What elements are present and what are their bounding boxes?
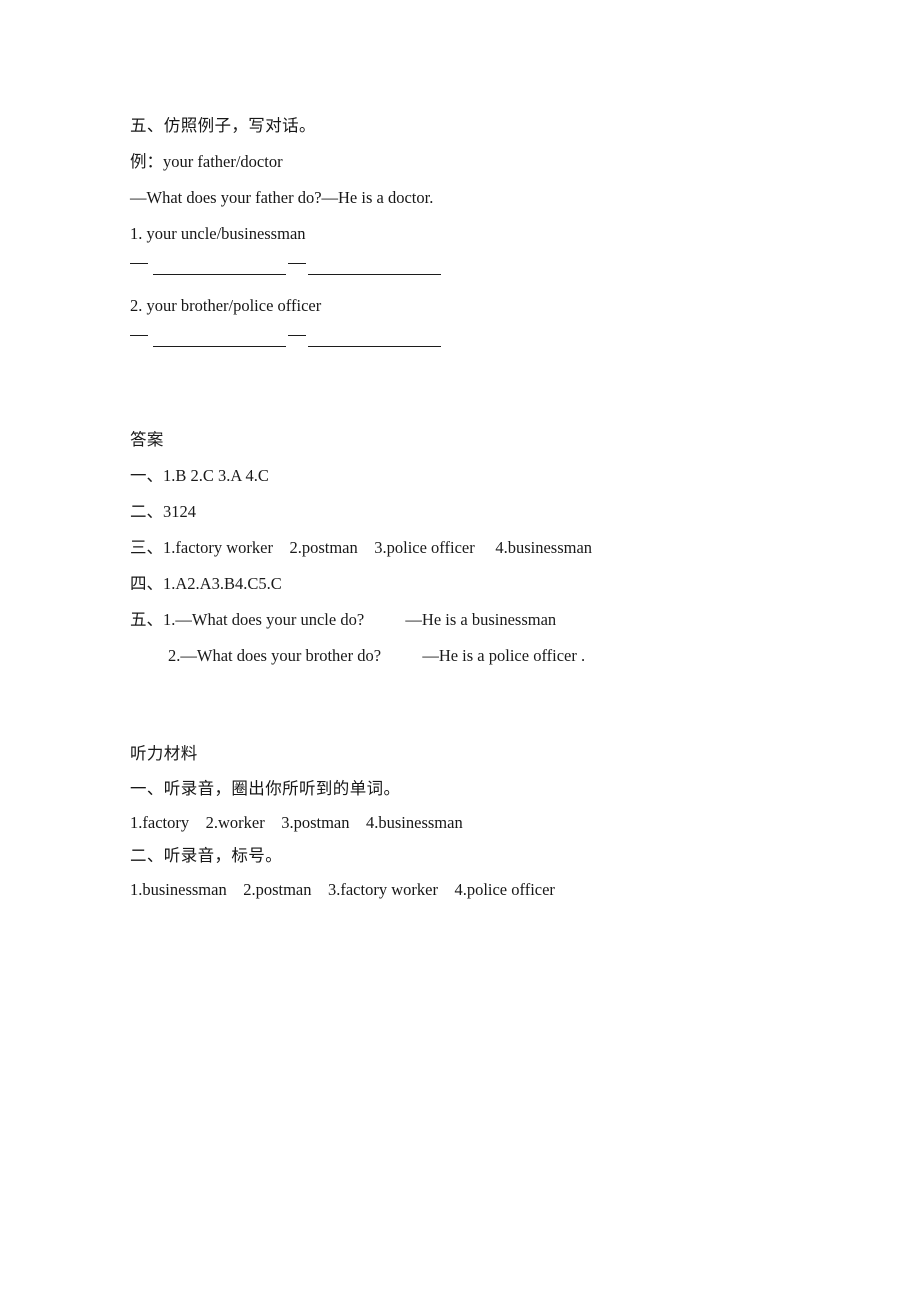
- answer-row-3: 三、1.factory worker 2.postman 3.police of…: [130, 538, 593, 557]
- document-page: 五、仿照例子，写对话。 例：your father/doctor —What d…: [0, 0, 920, 1302]
- exercise-section-title: 五、仿照例子，写对话。: [130, 116, 316, 135]
- answer-blank-line-left[interactable]: [153, 274, 286, 275]
- listening-part-one-words: 1.factory 2.worker 3.postman 4.businessm…: [130, 812, 463, 832]
- exercise-item-1-prompt: 1. your uncle/businessman: [130, 224, 306, 243]
- answer-row-4: 四、1.A2.A3.B4.C5.C: [130, 574, 282, 593]
- exercise-item-2-answer-blanks[interactable]: [130, 324, 830, 360]
- listening-part-two-words: 1.businessman 2.postman 3.factory worker…: [130, 879, 555, 899]
- answer-blank-line-right[interactable]: [308, 274, 441, 275]
- answer-row-5-second: 2.—What does your brother do? —He is a p…: [168, 646, 586, 665]
- dash-mark-left: [130, 263, 148, 264]
- dash-mark-right: [288, 263, 306, 264]
- dash-mark-left: [130, 335, 148, 336]
- dash-mark-right: [288, 335, 306, 336]
- answer-row-1: 一、1.B 2.C 3.A 4.C: [130, 466, 269, 485]
- exercise-item-1-answer-blanks[interactable]: [130, 252, 830, 288]
- listening-part-two-title: 二、听录音，标号。: [130, 846, 283, 865]
- answer-row-2: 二、3124: [130, 502, 196, 521]
- answer-blank-line-right[interactable]: [308, 346, 441, 347]
- answer-blank-line-left[interactable]: [153, 346, 286, 347]
- exercise-item-2-prompt: 2. your brother/police officer: [130, 296, 322, 315]
- exercise-example-label: 例：your father/doctor: [130, 152, 283, 171]
- answer-row-5: 五、1.—What does your uncle do? —He is a b…: [130, 610, 557, 629]
- listening-section-title: 听力材料: [130, 744, 198, 763]
- listening-part-one-title: 一、听录音，圈出你所听到的单词。: [130, 779, 401, 798]
- answers-section-title: 答案: [130, 430, 164, 449]
- document-content: 五、仿照例子，写对话。 例：your father/doctor —What d…: [130, 108, 830, 906]
- exercise-example-dialogue: —What does your father do?—He is a docto…: [130, 188, 434, 207]
